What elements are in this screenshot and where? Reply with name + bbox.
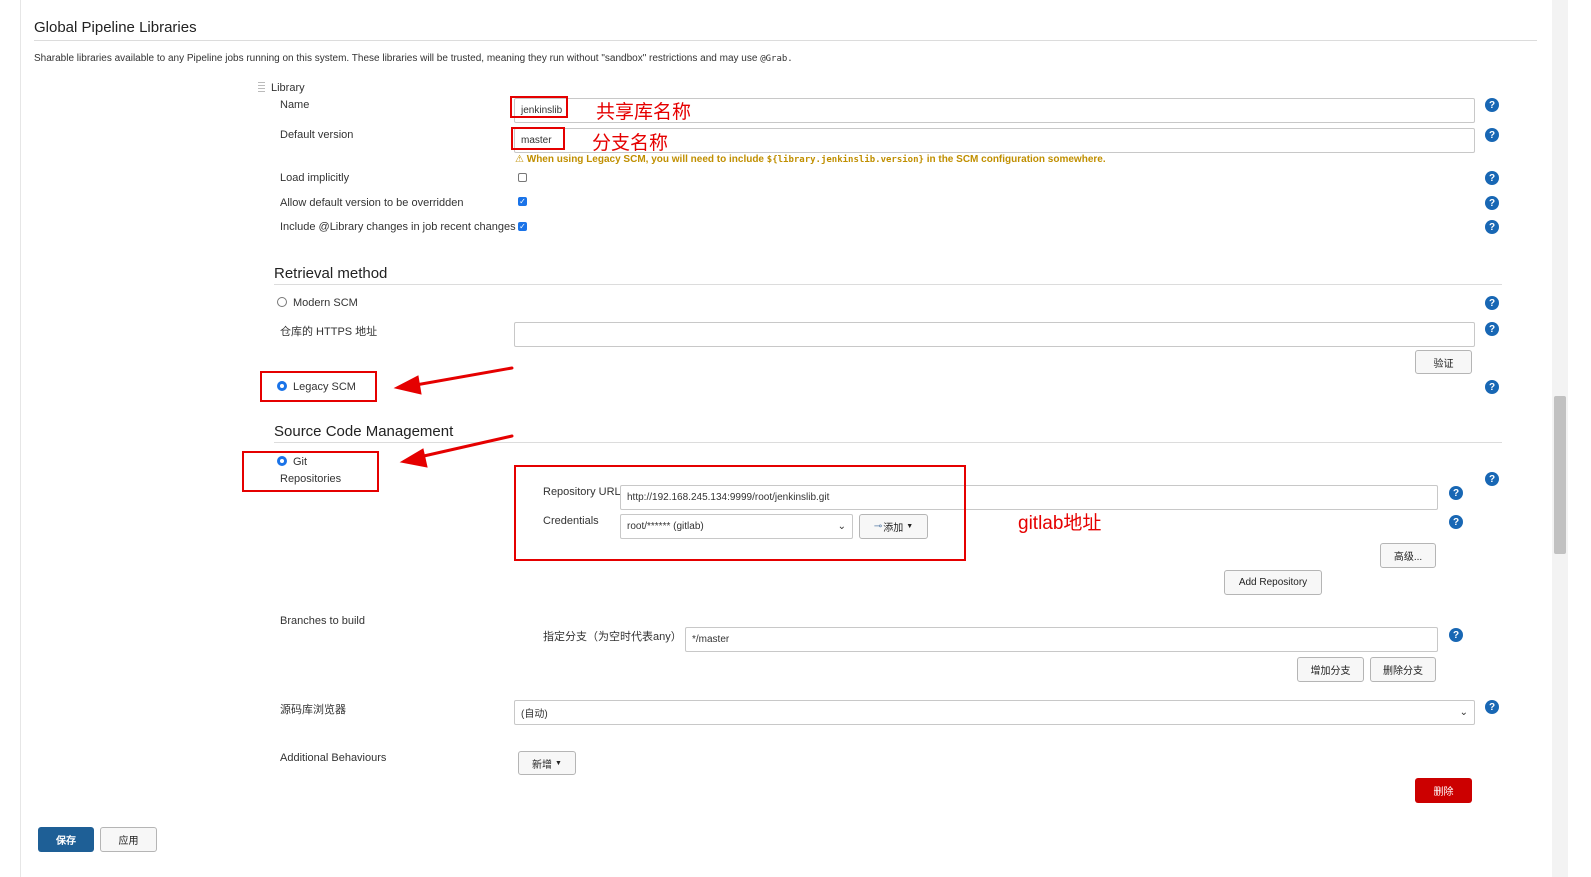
annotation-arrows	[393, 366, 514, 468]
scrollbar-thumb[interactable]	[1554, 396, 1566, 554]
arrow-legacy	[408, 366, 514, 388]
arrow-git-head	[399, 448, 428, 468]
arrow-legacy-head	[393, 375, 422, 395]
arrow-git	[413, 434, 514, 460]
